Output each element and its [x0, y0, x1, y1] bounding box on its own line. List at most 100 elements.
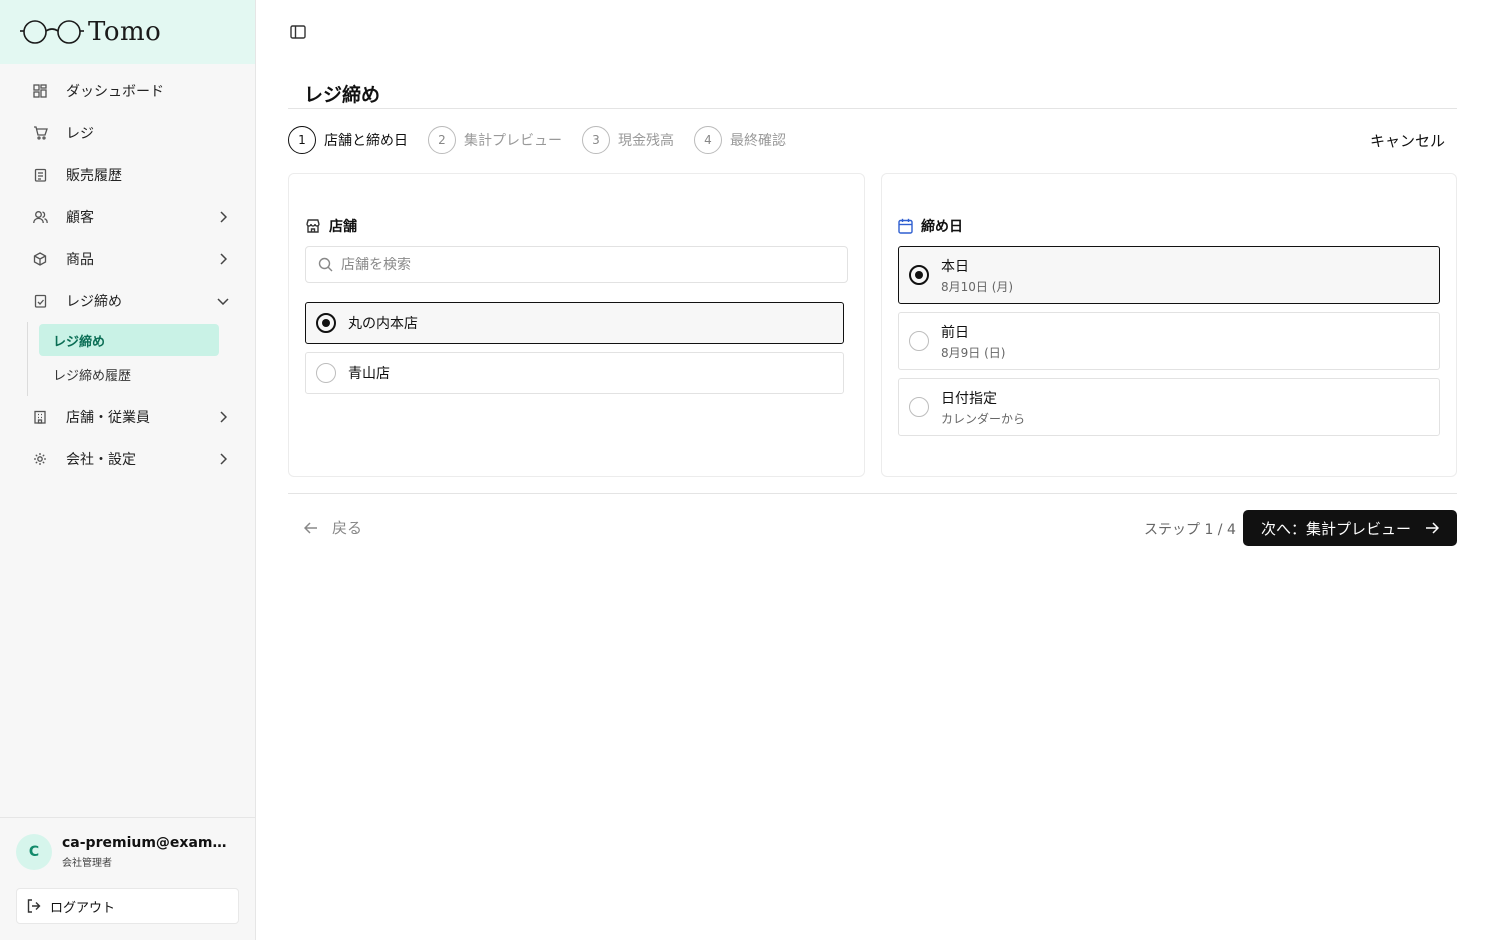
store-search: [305, 246, 848, 283]
logout-label: ログアウト: [50, 900, 116, 916]
dashboard-icon: [32, 83, 48, 99]
cancel-button[interactable]: キャンセル: [1370, 130, 1445, 151]
sidebar-nav: ダッシュボード レジ 販売履歴 顧客 商品 レジ締め レジ締め レジ締め履歴 店…: [0, 64, 255, 480]
sidebar-item-products[interactable]: 商品: [0, 238, 255, 280]
date-option-custom[interactable]: 日付指定 カレンダーから: [898, 378, 1440, 436]
gear-icon: [32, 451, 48, 467]
sidebar: Tomo ダッシュボード レジ 販売履歴 顧客 商品 レジ締め レジ締め レジ締…: [0, 0, 256, 940]
sidebar-item-stores-staff[interactable]: 店舗・従業員: [0, 396, 255, 438]
chevron-right-icon: [217, 253, 229, 265]
sidebar-item-register[interactable]: レジ: [0, 112, 255, 154]
cart-icon: [32, 125, 48, 141]
step-counter: ステップ 1 / 4: [1144, 522, 1236, 538]
user-panel: C ca-premium@example.com 会社管理者 ログアウト: [0, 817, 255, 940]
back-button[interactable]: 戻る: [304, 517, 362, 538]
sidebar-item-label: 商品: [66, 252, 94, 268]
sidebar-item-dashboard[interactable]: ダッシュボード: [0, 70, 255, 112]
logout-button[interactable]: ログアウト: [16, 888, 239, 924]
step-2[interactable]: 2 集計プレビュー: [428, 126, 562, 154]
chevron-right-icon: [217, 453, 229, 465]
step-label: 最終確認: [730, 133, 786, 149]
step-number: 2: [428, 126, 456, 154]
store-card: 店舗 丸の内本店 青山店: [288, 173, 865, 477]
sidebar-item-label: ダッシュボード: [66, 84, 164, 100]
step-number: 4: [694, 126, 722, 154]
back-label: 戻る: [332, 519, 363, 537]
date-card: 締め日 本日 8月10日 (月) 前日 8月9日 (日) 日付指定 カレンダーか…: [881, 173, 1457, 477]
step-label: 集計プレビュー: [464, 133, 562, 149]
sidebar-subnav: レジ締め レジ締め履歴: [27, 322, 255, 396]
date-option-sub: カレンダーから: [941, 411, 1026, 426]
logo[interactable]: Tomo: [0, 0, 255, 64]
users-icon: [32, 209, 48, 225]
radio-unselected[interactable]: [316, 363, 336, 383]
calendar-icon: [898, 218, 913, 234]
main-content: レジ締め 1 店舗と締め日 2 集計プレビュー 3 現金残高 4 最終確認 キャ…: [256, 0, 1504, 940]
radio-selected[interactable]: [316, 313, 336, 333]
store-option-marunouchi[interactable]: 丸の内本店: [305, 302, 844, 344]
user-role: 会社管理者: [62, 858, 112, 869]
sidebar-subitem-register-close-history[interactable]: レジ締め履歴: [39, 358, 219, 390]
sidebar-item-label: 会社・設定: [66, 452, 136, 468]
page-title: レジ締め: [304, 84, 381, 106]
step-number: 1: [288, 126, 316, 154]
user-email: ca-premium@example.com: [62, 835, 236, 851]
date-option-label: 本日: [941, 258, 969, 275]
radio-unselected[interactable]: [909, 397, 929, 417]
store-icon: [305, 218, 321, 234]
app-name: Tomo: [88, 17, 162, 47]
store-option-label: 丸の内本店: [348, 316, 418, 332]
radio-selected[interactable]: [909, 265, 929, 285]
building-icon: [32, 409, 48, 425]
date-option-yesterday[interactable]: 前日 8月9日 (日): [898, 312, 1440, 370]
chevron-right-icon: [217, 211, 229, 223]
sidebar-item-sales-history[interactable]: 販売履歴: [0, 154, 255, 196]
box-icon: [32, 251, 48, 267]
sidebar-item-label: 店舗・従業員: [66, 410, 150, 426]
sidebar-item-label: 顧客: [66, 210, 94, 226]
divider: [288, 493, 1457, 494]
arrow-left-icon: [304, 521, 318, 534]
sidebar-item-company-settings[interactable]: 会社・設定: [0, 438, 255, 480]
radio-unselected[interactable]: [909, 331, 929, 351]
stepper: 1 店舗と締め日 2 集計プレビュー 3 現金残高 4 最終確認: [288, 126, 806, 154]
store-option-aoyama[interactable]: 青山店: [305, 352, 844, 394]
sidebar-item-customers[interactable]: 顧客: [0, 196, 255, 238]
chevron-down-icon: [217, 295, 229, 307]
avatar: C: [16, 834, 52, 870]
sidebar-item-label: 販売履歴: [66, 168, 122, 184]
store-search-input[interactable]: [341, 256, 821, 273]
step-1[interactable]: 1 店舗と締め日: [288, 126, 408, 154]
arrow-right-icon: [1425, 522, 1439, 534]
date-card-header: 締め日: [898, 216, 963, 236]
store-card-title: 店舗: [329, 219, 357, 235]
date-option-sub: 8月9日 (日): [941, 345, 1006, 360]
step-number: 3: [582, 126, 610, 154]
search-icon: [318, 257, 333, 272]
logout-icon: [26, 898, 42, 914]
date-option-label: 前日: [941, 324, 969, 341]
sidebar-toggle-icon: [290, 25, 306, 39]
sidebar-item-register-close[interactable]: レジ締め: [0, 280, 255, 322]
date-option-label: 日付指定: [941, 390, 997, 407]
store-card-header: 店舗: [305, 216, 357, 236]
step-label: 店舗と締め日: [324, 133, 408, 149]
step-4[interactable]: 4 最終確認: [694, 126, 786, 154]
sidebar-item-label: レジ締め: [66, 294, 122, 310]
step-3[interactable]: 3 現金残高: [582, 126, 674, 154]
sidebar-toggle-button[interactable]: [288, 22, 308, 42]
date-card-title: 締め日: [921, 219, 963, 235]
chevron-right-icon: [217, 411, 229, 423]
step-label: 現金残高: [618, 133, 674, 149]
date-option-today[interactable]: 本日 8月10日 (月): [898, 246, 1440, 304]
receipt-icon: [32, 167, 48, 183]
sidebar-subitem-register-close[interactable]: レジ締め: [39, 324, 219, 356]
divider: [288, 108, 1457, 109]
next-label: 次へ：集計プレビュー: [1260, 519, 1411, 538]
glasses-logo-icon: [20, 20, 84, 44]
sidebar-item-label: レジ: [66, 126, 94, 142]
register-close-icon: [32, 293, 48, 309]
next-button[interactable]: 次へ：集計プレビュー: [1243, 510, 1457, 546]
date-option-sub: 8月10日 (月): [941, 279, 1014, 294]
store-option-label: 青山店: [348, 366, 390, 382]
